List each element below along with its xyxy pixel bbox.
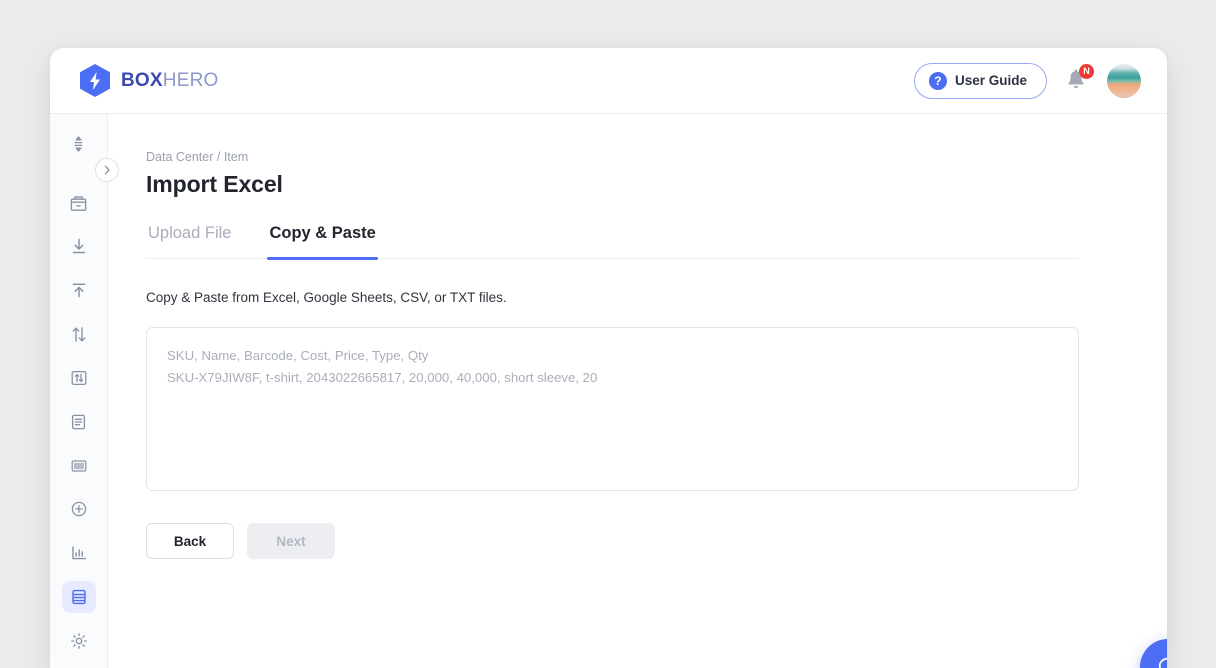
up-down-arrows-icon	[74, 136, 83, 153]
data-list-icon	[71, 589, 86, 604]
app-window: BOXHERO ? User Guide N Data Center / Ite…	[50, 48, 1167, 668]
sidebar-item-transfer[interactable]	[62, 318, 96, 351]
sidebar-item-count[interactable]	[62, 362, 96, 395]
sidebar-item-add[interactable]	[62, 493, 96, 526]
question-circle-icon: ?	[928, 71, 947, 90]
sidebar-item-inventory[interactable]	[62, 187, 96, 220]
top-bar: BOXHERO ? User Guide N	[50, 48, 1167, 114]
page-title: Import Excel	[146, 171, 283, 197]
box-icon	[70, 196, 87, 211]
tab-bar: Upload File Copy & Paste	[146, 220, 1079, 260]
sidebar-item-analysis[interactable]	[62, 537, 96, 570]
sidebar-item-selector[interactable]	[62, 128, 96, 161]
gear-icon	[70, 632, 87, 649]
sidebar-item-data-center[interactable]	[61, 580, 96, 614]
barcode-icon	[71, 460, 86, 472]
topbar-actions: ? User Guide N	[913, 62, 1141, 99]
user-guide-label: User Guide	[954, 73, 1027, 88]
main-content: Data Center / Item Import Excel Upload F…	[108, 114, 1167, 668]
chevron-right-icon	[104, 165, 110, 175]
sidebar	[50, 114, 119, 668]
breadcrumb: Data Center / Item	[146, 150, 249, 164]
sidebar-item-outbound[interactable]	[62, 274, 96, 307]
notifications-button[interactable]: N	[1065, 63, 1094, 94]
sidebar-expand-button[interactable]	[95, 158, 119, 182]
plus-circle-icon	[71, 502, 86, 517]
upload-arrow-icon	[72, 283, 85, 298]
brand-wordmark: BOXHERO	[121, 70, 218, 92]
stock-count-icon	[71, 371, 86, 386]
textarea-resize-handle	[1166, 592, 1167, 602]
next-button[interactable]: Next	[247, 523, 335, 559]
paste-input[interactable]	[146, 327, 1079, 491]
brand-name-light: HERO	[162, 69, 219, 91]
download-arrow-icon	[72, 239, 85, 254]
transfer-arrows-icon	[72, 327, 85, 342]
notification-badge: N	[1079, 63, 1094, 79]
sidebar-item-inbound[interactable]	[62, 231, 96, 264]
button-row: Back Next	[146, 523, 1129, 559]
sidebar-item-documents[interactable]	[62, 406, 96, 439]
helper-text: Copy & Paste from Excel, Google Sheets, …	[146, 290, 507, 305]
avatar[interactable]	[1107, 63, 1141, 98]
sidebar-item-barcode[interactable]	[62, 449, 96, 482]
tab-upload-file[interactable]: Upload File	[146, 220, 233, 258]
hexagon-bolt-icon	[80, 64, 110, 97]
user-guide-button[interactable]: ? User Guide	[913, 62, 1047, 99]
bar-chart-icon	[71, 546, 86, 560]
body-area: Data Center / Item Import Excel Upload F…	[50, 114, 1167, 668]
tab-copy-paste[interactable]: Copy & Paste	[267, 220, 379, 260]
brand-name-bold: BOX	[121, 69, 163, 91]
sidebar-item-settings[interactable]	[62, 624, 96, 657]
back-button[interactable]: Back	[146, 523, 234, 559]
chat-bubble-icon	[1158, 657, 1167, 668]
document-icon	[71, 414, 86, 430]
brand-logo[interactable]: BOXHERO	[80, 64, 218, 97]
